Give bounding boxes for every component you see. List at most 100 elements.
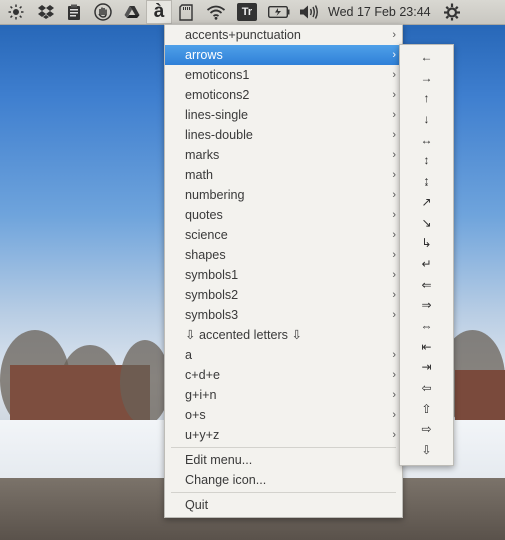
- arrow-char-item[interactable]: ←: [400, 47, 453, 68]
- chevron-right-icon: ›: [392, 289, 396, 301]
- wifi-icon[interactable]: [200, 0, 232, 24]
- edit-menu-item[interactable]: Edit menu...: [165, 450, 402, 470]
- menu-item-label: emoticons2: [185, 88, 250, 102]
- accent-a-icon[interactable]: à: [146, 0, 172, 24]
- menu-item-10[interactable]: science ›: [165, 225, 402, 245]
- chevron-right-icon: ›: [392, 209, 396, 221]
- menu-item-label: o+s: [185, 408, 206, 422]
- arrow-char-item[interactable]: →: [400, 68, 453, 89]
- menu-item-18[interactable]: g+i+n ›: [165, 385, 402, 405]
- menu-item-14[interactable]: symbols3 ›: [165, 305, 402, 325]
- menu-item-8[interactable]: numbering ›: [165, 185, 402, 205]
- chevron-right-icon: ›: [392, 89, 396, 101]
- chevron-right-icon: ›: [392, 349, 396, 361]
- chevron-right-icon: ›: [392, 369, 396, 381]
- menu-item-7[interactable]: math ›: [165, 165, 402, 185]
- menu-item-label: c+d+e: [185, 368, 221, 382]
- menu-item-0[interactable]: accents+punctuation ›: [165, 25, 402, 45]
- arrow-char-item[interactable]: ↨: [400, 171, 453, 192]
- menu-item-label: science: [185, 228, 228, 242]
- volume-icon[interactable]: [296, 0, 322, 24]
- menu-item-label: ⇩ accented letters ⇩: [185, 328, 303, 342]
- arrow-char-item[interactable]: ↘: [400, 213, 453, 234]
- translator-icon[interactable]: Tr: [232, 0, 262, 24]
- arrow-char-item[interactable]: ⇤: [400, 337, 453, 358]
- menu-item-2[interactable]: emoticons1 ›: [165, 65, 402, 85]
- characters-menu: accents+punctuation › arrows › emoticons1 › em…: [164, 24, 403, 518]
- menu-item-12[interactable]: symbols1 ›: [165, 265, 402, 285]
- chevron-right-icon: ›: [392, 29, 396, 41]
- change-icon-item[interactable]: Change icon...: [165, 470, 402, 490]
- chevron-right-icon: ›: [392, 389, 396, 401]
- arrow-char-item[interactable]: ⇨: [400, 419, 453, 440]
- chevron-right-icon: ›: [392, 109, 396, 121]
- arrow-char-item[interactable]: ↑: [400, 88, 453, 109]
- menu-item-label: arrows: [185, 48, 223, 62]
- menu-separator: [171, 492, 396, 493]
- menu-item-label: a: [185, 348, 193, 362]
- arrow-char-item[interactable]: ↕: [400, 150, 453, 171]
- arrow-char-item[interactable]: ↗: [400, 192, 453, 213]
- google-drive-icon[interactable]: [118, 0, 146, 24]
- menu-item-label: numbering: [185, 188, 245, 202]
- arrow-char-item[interactable]: ⇒: [400, 295, 453, 316]
- arrow-char-item[interactable]: ↓: [400, 109, 453, 130]
- brightness-icon[interactable]: [0, 0, 32, 24]
- menu-item-label: lines-single: [185, 108, 248, 122]
- menu-item-6[interactable]: marks ›: [165, 145, 402, 165]
- arrow-char-item[interactable]: ⇦: [400, 378, 453, 399]
- menu-item-3[interactable]: emoticons2 ›: [165, 85, 402, 105]
- menu-item-label: quotes: [185, 208, 223, 222]
- menu-separator: [171, 447, 396, 448]
- arrow-char-item[interactable]: ⇔: [400, 316, 453, 337]
- chevron-right-icon: ›: [392, 169, 396, 181]
- power-icon[interactable]: [437, 0, 467, 24]
- menu-item-label: g+i+n: [185, 388, 217, 402]
- chevron-right-icon: ›: [392, 69, 396, 81]
- menu-item-19[interactable]: o+s ›: [165, 405, 402, 425]
- menu-item-20[interactable]: u+y+z ›: [165, 425, 402, 445]
- menu-item-11[interactable]: shapes ›: [165, 245, 402, 265]
- top-panel: à Tr Wed 17 Feb 23:44: [0, 0, 505, 25]
- menu-item-label: emoticons1: [185, 68, 250, 82]
- chevron-right-icon: ›: [392, 409, 396, 421]
- menu-item-9[interactable]: quotes ›: [165, 205, 402, 225]
- menu-item-label: accents+punctuation: [185, 28, 301, 42]
- chevron-right-icon: ›: [392, 229, 396, 241]
- menu-item-label: marks: [185, 148, 220, 162]
- arrow-char-item[interactable]: ↔: [400, 130, 453, 151]
- translator-label: Tr: [237, 3, 257, 21]
- chevron-right-icon: ›: [392, 429, 396, 441]
- chevron-right-icon: ›: [392, 269, 396, 281]
- arrow-char-item[interactable]: ⇧: [400, 399, 453, 420]
- menu-item-4[interactable]: lines-single ›: [165, 105, 402, 125]
- menu-item-label: lines-double: [185, 128, 253, 142]
- battery-icon[interactable]: [262, 0, 296, 24]
- menu-item-label: symbols1: [185, 268, 239, 282]
- chevron-right-icon: ›: [392, 149, 396, 161]
- arrow-char-item[interactable]: ↳: [400, 233, 453, 254]
- menu-item-1[interactable]: arrows ›: [165, 45, 402, 65]
- clock[interactable]: Wed 17 Feb 23:44: [322, 0, 437, 24]
- sdcard-icon[interactable]: [172, 0, 200, 24]
- chevron-right-icon: ›: [392, 129, 396, 141]
- menu-item-13[interactable]: symbols2 ›: [165, 285, 402, 305]
- arrow-char-item[interactable]: ⇥: [400, 357, 453, 378]
- menu-item-label: math: [185, 168, 213, 182]
- clipboard-icon[interactable]: [60, 0, 88, 24]
- menu-item-17[interactable]: c+d+e ›: [165, 365, 402, 385]
- chevron-right-icon: ›: [392, 309, 396, 321]
- menu-item-label: symbols3: [185, 308, 239, 322]
- menu-item-label: shapes: [185, 248, 226, 262]
- menu-item-16[interactable]: a ›: [165, 345, 402, 365]
- chevron-right-icon: ›: [392, 189, 396, 201]
- menu-item-5[interactable]: lines-double ›: [165, 125, 402, 145]
- quit-item[interactable]: Quit: [165, 495, 402, 515]
- arrow-char-item[interactable]: ⇩: [400, 440, 453, 461]
- dropbox-icon[interactable]: [32, 0, 60, 24]
- menu-item-label: symbols2: [185, 288, 239, 302]
- arrow-char-item[interactable]: ⇐: [400, 275, 453, 296]
- menu-item-15[interactable]: ⇩ accented letters ⇩: [165, 325, 402, 345]
- arrow-char-item[interactable]: ↵: [400, 254, 453, 275]
- hand-stop-icon[interactable]: [88, 0, 118, 24]
